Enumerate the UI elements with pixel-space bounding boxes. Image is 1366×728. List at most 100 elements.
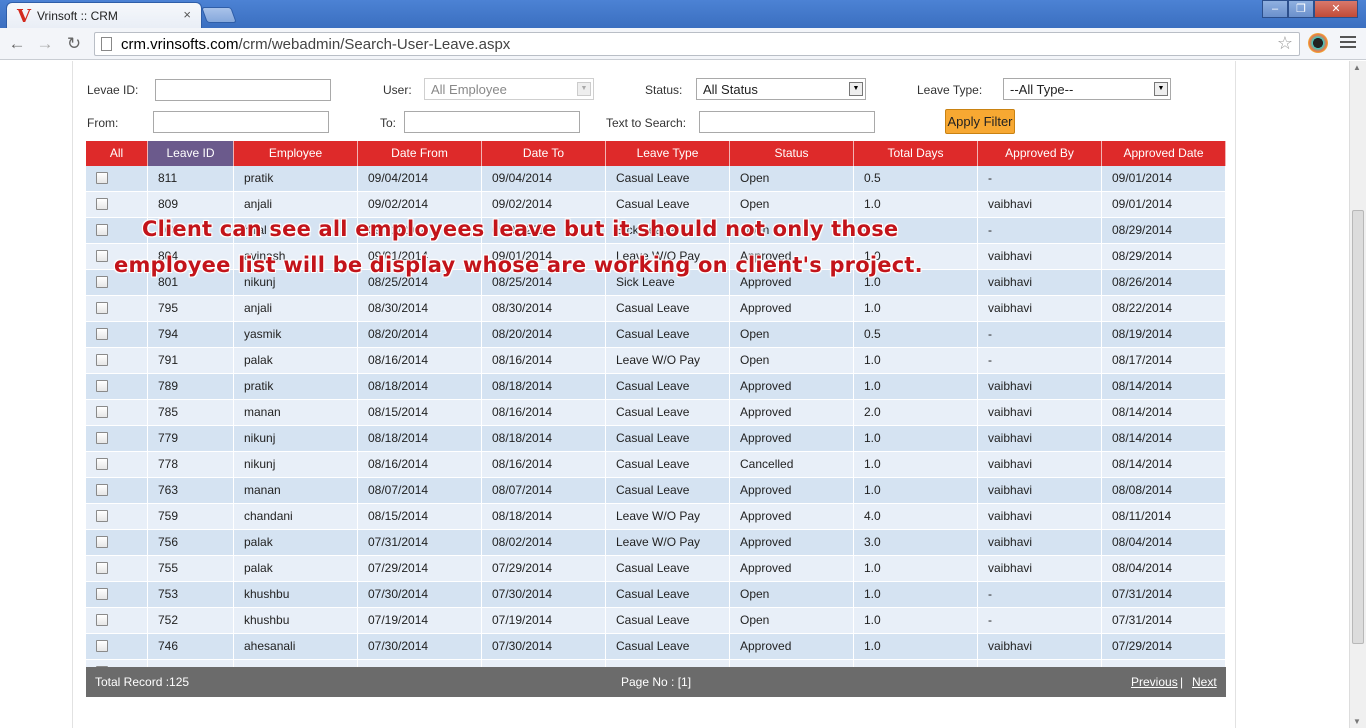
cell-approved-by: - (978, 218, 1102, 244)
scroll-thumb[interactable] (1352, 210, 1364, 644)
from-date-input[interactable] (153, 111, 329, 133)
row-checkbox[interactable] (96, 588, 108, 600)
row-select-cell (86, 582, 148, 608)
restore-icon[interactable]: ❐ (1288, 0, 1314, 18)
row-select-cell (86, 478, 148, 504)
cell-approved-by: - (978, 348, 1102, 374)
cell-date-to: 07/30/2014 (482, 582, 606, 608)
cell-approved-date: 08/26/2014 (1102, 270, 1226, 296)
row-checkbox[interactable] (96, 224, 108, 236)
page-scrollbar[interactable]: ▲ ▼ (1349, 61, 1366, 728)
row-checkbox[interactable] (96, 406, 108, 418)
cell-leave-id: 785 (148, 400, 234, 426)
cell-total-days: 4.0 (854, 504, 978, 530)
next-link[interactable]: Next (1192, 675, 1217, 689)
row-checkbox[interactable] (96, 380, 108, 392)
row-checkbox[interactable] (96, 328, 108, 340)
column-header-approved-date[interactable]: Approved Date (1102, 141, 1226, 166)
cell-approved-by: vaibhavi (978, 504, 1102, 530)
cell-date-from: 08/16/2014 (358, 452, 482, 478)
cell-leave-id: 746 (148, 634, 234, 660)
user-select[interactable]: All Employee ▼ (424, 78, 594, 100)
cell-status: Approved (730, 634, 854, 660)
previous-link[interactable]: Previous (1131, 675, 1178, 689)
cell-date-from: 08/15/2014 (358, 400, 482, 426)
cell-employee: palak (234, 556, 358, 582)
row-checkbox[interactable] (96, 302, 108, 314)
row-checkbox[interactable] (96, 536, 108, 548)
status-select[interactable]: All Status ▼ (696, 78, 866, 100)
cell-date-to: 09/04/2014 (482, 166, 606, 192)
cell-leave-type: Casual Leave (606, 426, 730, 452)
table-row: 795 anjali 08/30/2014 08/30/2014 Casual Leav… (86, 296, 1226, 322)
cell-approved-date: 08/22/2014 (1102, 296, 1226, 322)
cell-date-from: 09/04/2014 (358, 166, 482, 192)
window-close-icon[interactable]: ✕ (1314, 0, 1358, 18)
column-header-leave-id[interactable]: Leave ID (148, 141, 234, 166)
cell-date-from: 07/30/2014 (358, 634, 482, 660)
table-row: 759 chandani 08/15/2014 08/18/2014 Leave W/O… (86, 504, 1226, 530)
row-select-cell (86, 192, 148, 218)
table-header: All Leave ID Employee Date From Date To Leave… (86, 141, 1226, 166)
row-checkbox[interactable] (96, 640, 108, 652)
apply-filter-button[interactable]: Apply Filter (945, 109, 1015, 134)
column-header-status[interactable]: Status (730, 141, 854, 166)
row-checkbox[interactable] (96, 172, 108, 184)
row-checkbox[interactable] (96, 432, 108, 444)
cell-approved-date: 08/08/2014 (1102, 478, 1226, 504)
chevron-down-icon: ▼ (1154, 82, 1168, 96)
forward-arrow-icon[interactable]: → (34, 33, 56, 55)
cell-leave-type: Casual Leave (606, 166, 730, 192)
scroll-up-icon[interactable]: ▲ (1353, 63, 1361, 72)
bookmark-star-icon[interactable]: ☆ (1277, 33, 1293, 54)
cell-approved-date: 08/14/2014 (1102, 426, 1226, 452)
column-header-select-all[interactable]: All (86, 141, 148, 166)
minimize-icon[interactable]: – (1262, 0, 1288, 18)
cell-leave-id: 755 (148, 556, 234, 582)
cell-approved-by: vaibhavi (978, 634, 1102, 660)
text-search-input[interactable] (699, 111, 875, 133)
leave-id-input[interactable] (155, 79, 331, 101)
address-bar[interactable]: crm.vrinsofts.com/crm/webadmin/Search-Us… (94, 32, 1300, 56)
back-arrow-icon[interactable]: ← (6, 33, 28, 55)
browser-tab[interactable]: V Vrinsoft :: CRM × (6, 2, 202, 28)
extension-icon[interactable] (1308, 33, 1328, 53)
leave-type-select[interactable]: --All Type-- ▼ (1003, 78, 1171, 100)
scroll-down-icon[interactable]: ▼ (1353, 717, 1361, 726)
column-header-date-from[interactable]: Date From (358, 141, 482, 166)
chrome-menu-icon[interactable] (1340, 36, 1356, 50)
column-header-employee[interactable]: Employee (234, 141, 358, 166)
url-text[interactable]: crm.vrinsofts.com/crm/webadmin/Search-Us… (121, 36, 510, 53)
row-checkbox[interactable] (96, 276, 108, 288)
row-checkbox[interactable] (96, 562, 108, 574)
column-header-approved-by[interactable]: Approved By (978, 141, 1102, 166)
row-checkbox[interactable] (96, 198, 108, 210)
cell-leave-id: 759 (148, 504, 234, 530)
column-header-total-days[interactable]: Total Days (854, 141, 978, 166)
cell-leave-type: Leave W/O Pay (606, 530, 730, 556)
cell-approved-date: 08/11/2014 (1102, 504, 1226, 530)
to-date-input[interactable] (404, 111, 580, 133)
column-header-date-to[interactable]: Date To (482, 141, 606, 166)
annotation-line-1: Client can see all employees leave but i… (142, 217, 899, 241)
cell-approved-date: 08/04/2014 (1102, 556, 1226, 582)
cell-total-days: 3.0 (854, 530, 978, 556)
new-tab-button[interactable] (201, 7, 237, 23)
cell-date-to: 08/30/2014 (482, 296, 606, 322)
page-icon (101, 37, 112, 51)
row-select-cell (86, 374, 148, 400)
cell-approved-date: 08/29/2014 (1102, 244, 1226, 270)
column-header-leave-type[interactable]: Leave Type (606, 141, 730, 166)
table-row: 753 khushbu 07/30/2014 07/30/2014 Casual Lea… (86, 582, 1226, 608)
row-checkbox[interactable] (96, 614, 108, 626)
row-checkbox[interactable] (96, 354, 108, 366)
row-checkbox[interactable] (96, 458, 108, 470)
row-checkbox[interactable] (96, 250, 108, 262)
row-checkbox[interactable] (96, 484, 108, 496)
tab-close-icon[interactable]: × (183, 7, 191, 22)
row-checkbox[interactable] (96, 510, 108, 522)
cell-total-days: 1.0 (854, 556, 978, 582)
cell-approved-date: 09/01/2014 (1102, 166, 1226, 192)
row-select-cell (86, 452, 148, 478)
reload-icon[interactable]: ↻ (63, 33, 85, 55)
